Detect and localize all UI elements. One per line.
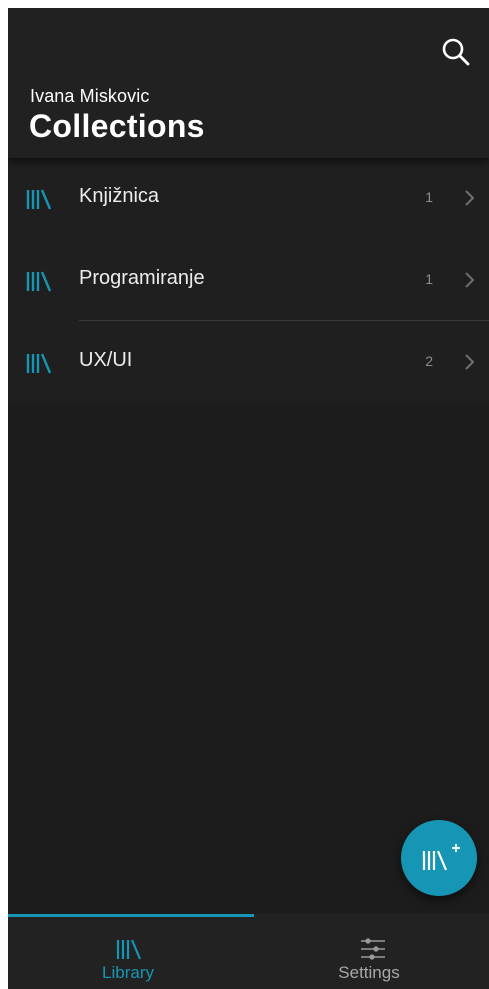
app-screen: Ivana Miskovic Collections Knjižnica 1 P… bbox=[8, 8, 489, 989]
sliders-icon bbox=[361, 938, 385, 960]
add-library-icon bbox=[422, 844, 460, 871]
collection-item-ux-ui[interactable]: UX/UI 2 bbox=[8, 322, 489, 403]
app-bar: Ivana Miskovic Collections bbox=[8, 8, 489, 158]
library-icon bbox=[26, 271, 52, 292]
library-icon bbox=[26, 353, 52, 374]
library-icon bbox=[26, 189, 52, 210]
chevron-right-icon bbox=[465, 190, 475, 206]
collection-name: Knjižnica bbox=[79, 185, 160, 207]
collection-name: Programiranje bbox=[79, 267, 205, 289]
add-collection-button[interactable] bbox=[401, 820, 477, 896]
chevron-right-icon bbox=[465, 354, 475, 370]
collection-count: 2 bbox=[425, 353, 433, 369]
nav-tab-settings[interactable]: Settings bbox=[249, 917, 489, 989]
nav-tab-library[interactable]: Library bbox=[8, 917, 248, 989]
collection-count: 1 bbox=[425, 271, 433, 287]
search-button[interactable] bbox=[440, 36, 472, 68]
chevron-right-icon bbox=[465, 272, 475, 288]
collection-item-knjiznica[interactable]: Knjižnica 1 bbox=[8, 158, 489, 239]
collection-count: 1 bbox=[425, 189, 433, 205]
list-divider bbox=[79, 320, 489, 321]
search-icon bbox=[442, 38, 470, 66]
nav-label-library: Library bbox=[102, 963, 154, 982]
page-title: Collections bbox=[29, 108, 205, 144]
collection-item-programiranje[interactable]: Programiranje 1 bbox=[8, 240, 489, 321]
collections-list: Knjižnica 1 Programiranje 1 UX/UI 2 bbox=[8, 158, 489, 403]
bottom-navigation: Library Settings bbox=[8, 914, 489, 989]
library-icon bbox=[116, 939, 142, 960]
nav-label-settings: Settings bbox=[338, 963, 400, 982]
user-name: Ivana Miskovic bbox=[30, 86, 150, 106]
collection-name: UX/UI bbox=[79, 349, 133, 371]
